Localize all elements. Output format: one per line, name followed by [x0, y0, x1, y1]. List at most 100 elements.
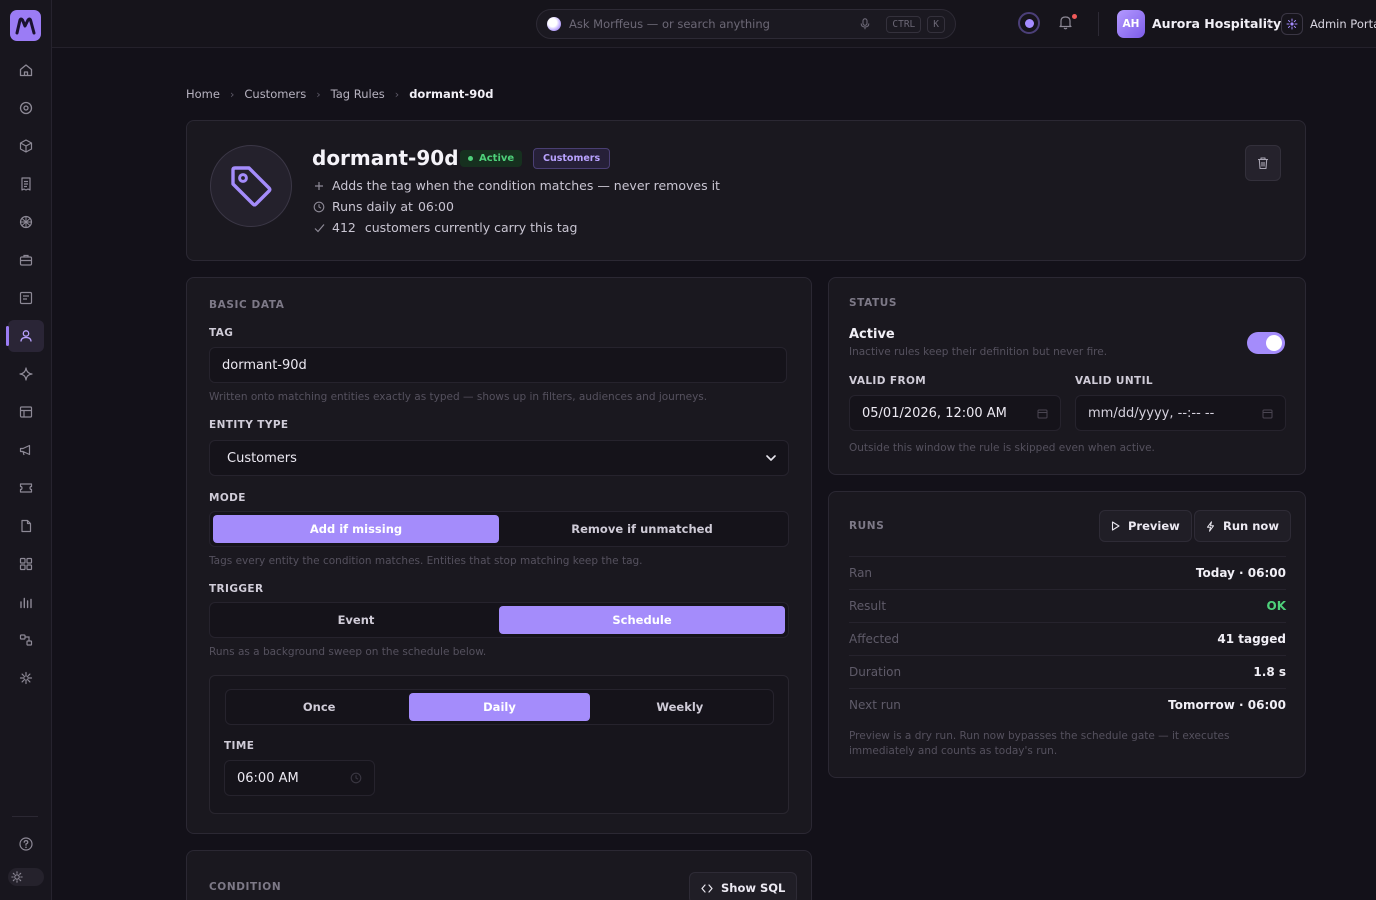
mode-option-add-if-missing[interactable]: Add if missing — [213, 515, 499, 543]
frequency-segmented-control: Once Daily Weekly — [225, 689, 774, 725]
breadcrumb-home[interactable]: Home — [186, 87, 220, 101]
portal-name[interactable]: Admin Portal — [1310, 17, 1376, 31]
run-now-label: Run now — [1223, 519, 1279, 533]
trigger-help: Runs as a background sweep on the schedu… — [209, 646, 487, 658]
valid-from-input[interactable]: 05/01/2026, 12:00 AM — [849, 395, 1061, 431]
mode-segmented-control: Add if missing Remove if unmatched — [209, 511, 789, 547]
schedule-panel: Once Daily Weekly TIME 06:00 AM — [209, 675, 789, 814]
sidebar-item-global[interactable] — [8, 206, 44, 238]
breadcrumb-customers[interactable]: Customers — [244, 87, 306, 101]
calendar-icon[interactable] — [1037, 408, 1048, 419]
search-input[interactable] — [569, 17, 857, 31]
rule-count-summary: 412 customers currently carry this tag — [312, 220, 577, 235]
sidebar-item-analytics[interactable] — [8, 586, 44, 618]
trigger-option-schedule[interactable]: Schedule — [499, 606, 785, 634]
sidebar-item-tables[interactable] — [8, 396, 44, 428]
sun-icon — [11, 871, 23, 883]
window-help: Outside this window the rule is skipped … — [849, 442, 1155, 454]
sidebar-item-settings[interactable] — [8, 662, 44, 694]
play-icon — [1111, 521, 1120, 531]
topbar-divider — [1098, 12, 1099, 36]
app-logo[interactable] — [10, 10, 41, 41]
delete-button[interactable] — [1245, 145, 1281, 181]
runs-help-line: Preview is a dry run. Run now bypasses t… — [849, 730, 1230, 742]
run-row-result: Result OK — [849, 589, 1286, 622]
runs-help: Preview is a dry run. Run now bypasses t… — [849, 729, 1230, 759]
shortcut-ctrl-key: CTRL — [886, 15, 922, 33]
mode-help: Tags every entity the condition matches.… — [209, 555, 643, 567]
run-row-key: Next run — [849, 698, 901, 712]
frequency-option-once[interactable]: Once — [229, 693, 409, 721]
run-row-key: Affected — [849, 632, 900, 646]
trigger-segmented-control: Event Schedule — [209, 602, 789, 638]
sidebar-item-apps[interactable] — [8, 548, 44, 580]
sidebar-item-forms[interactable] — [8, 282, 44, 314]
target-icon — [19, 101, 33, 115]
show-sql-button[interactable]: Show SQL — [689, 872, 798, 900]
rule-header-card: dormant-90d Active Customers Adds the ta… — [186, 120, 1306, 261]
sidebar-item-products[interactable] — [8, 130, 44, 162]
valid-from-label: VALID FROM — [849, 375, 927, 387]
breadcrumb-chevron-icon: › — [394, 87, 400, 101]
calendar-icon[interactable] — [1262, 408, 1273, 419]
frequency-option-daily[interactable]: Daily — [409, 693, 590, 721]
trigger-option-event[interactable]: Event — [213, 606, 499, 634]
shortcut-k-key: K — [927, 15, 945, 33]
assistant-button[interactable] — [1018, 12, 1040, 34]
clock-icon — [312, 201, 326, 213]
show-sql-label: Show SQL — [721, 881, 786, 895]
portal-switcher-button[interactable] — [1281, 13, 1303, 35]
status-dot-icon — [468, 156, 473, 161]
sidebar-item-ai[interactable] — [8, 358, 44, 390]
sidebar — [0, 0, 52, 900]
run-now-button[interactable]: Run now — [1194, 510, 1291, 542]
table-icon — [19, 406, 33, 418]
tag-input[interactable]: dormant-90d — [209, 347, 787, 383]
entity-type-value: Customers — [227, 450, 297, 466]
theme-toggle[interactable] — [8, 868, 44, 886]
org-avatar[interactable]: AH — [1117, 10, 1145, 38]
sidebar-item-targets[interactable] — [8, 92, 44, 124]
mode-option-remove-if-unmatched[interactable]: Remove if unmatched — [499, 515, 785, 543]
sidebar-item-tickets[interactable] — [8, 472, 44, 504]
active-label: Active — [849, 327, 895, 342]
trash-icon — [1258, 157, 1268, 170]
active-help: Inactive rules keep their definition but… — [849, 346, 1108, 358]
sidebar-item-receipts[interactable] — [8, 168, 44, 200]
sidebar-item-home[interactable] — [8, 54, 44, 86]
valid-until-input[interactable]: mm/dd/yyyy, --:-- -- — [1075, 395, 1286, 431]
sidebar-item-documents[interactable] — [8, 510, 44, 542]
sidebar-item-briefcase[interactable] — [8, 244, 44, 276]
valid-from-value: 05/01/2026, 12:00 AM — [862, 405, 1007, 421]
breadcrumb: Home › Customers › Tag Rules › dormant-9… — [186, 87, 493, 101]
flow-icon — [19, 634, 33, 646]
megaphone-icon — [19, 444, 31, 456]
microphone-icon[interactable] — [860, 18, 870, 30]
time-input[interactable]: 06:00 AM — [224, 760, 375, 796]
condition-card: CONDITION Show SQL — [186, 850, 812, 900]
preview-button[interactable]: Preview — [1099, 510, 1192, 542]
org-name[interactable]: Aurora Hospitality — [1152, 16, 1281, 31]
active-toggle[interactable] — [1247, 332, 1285, 354]
clock-icon[interactable] — [350, 772, 362, 784]
search-bar[interactable]: CTRL K — [536, 9, 956, 39]
status-badge-label: Active — [479, 153, 515, 164]
sidebar-item-campaigns[interactable] — [8, 434, 44, 466]
rule-count-value: 412 — [332, 220, 356, 235]
breadcrumb-tag-rules[interactable]: Tag Rules — [331, 87, 385, 101]
globe-icon — [19, 215, 33, 229]
lightning-icon — [1207, 520, 1214, 532]
run-result-status: OK — [1266, 599, 1287, 613]
entity-type-select[interactable]: Customers — [209, 440, 789, 476]
breadcrumb-chevron-icon: › — [316, 87, 321, 101]
sidebar-item-help[interactable] — [8, 828, 44, 860]
ticket-icon — [19, 483, 33, 493]
run-row-next-run: Next run Tomorrow · 06:00 — [849, 688, 1286, 721]
rule-schedule-summary: Runs daily at 06:00 — [312, 199, 454, 214]
notifications-button[interactable] — [1058, 14, 1073, 30]
sidebar-item-customers[interactable] — [6, 320, 44, 352]
trigger-label: TRIGGER — [209, 583, 264, 595]
check-icon — [312, 223, 326, 233]
sidebar-item-flows[interactable] — [8, 624, 44, 656]
frequency-option-weekly[interactable]: Weekly — [590, 693, 770, 721]
